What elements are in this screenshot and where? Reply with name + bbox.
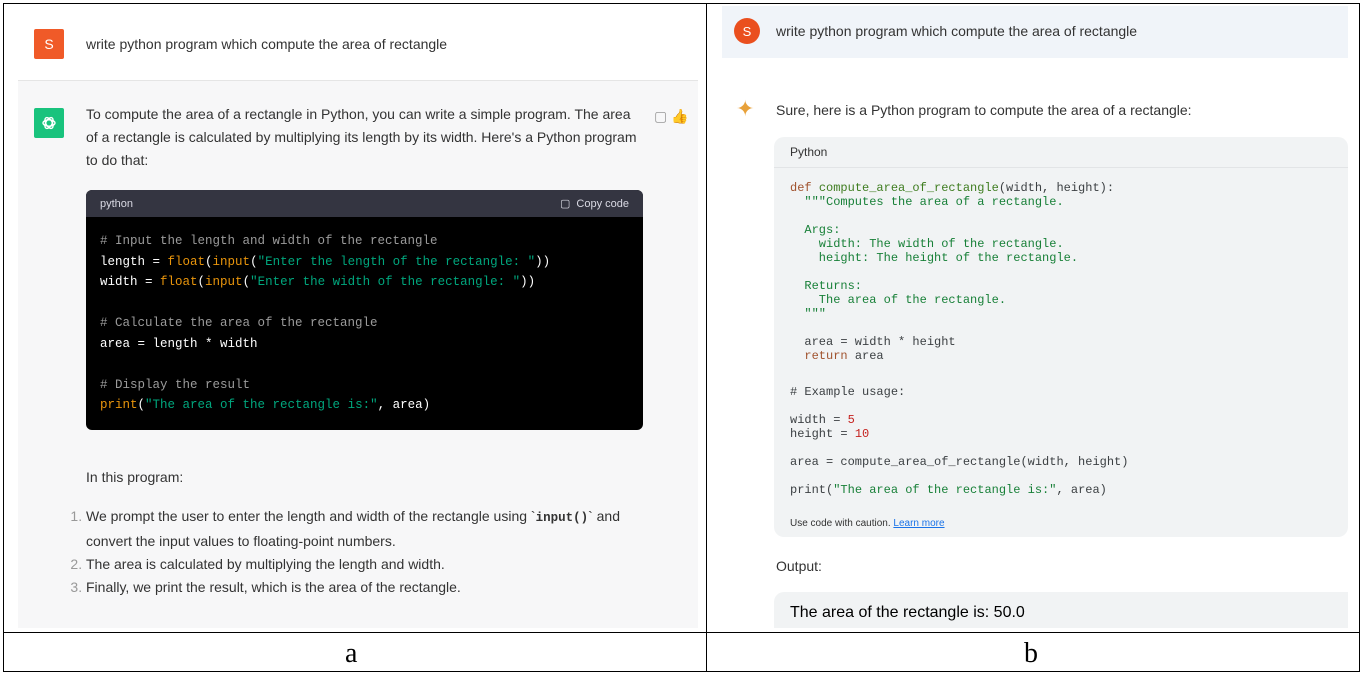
code-caution-note: Use code with caution. Learn more <box>790 518 945 529</box>
code-line: width: The width of the rectangle. <box>790 237 1064 251</box>
code-line: print("The area of the rectangle is:", a… <box>100 398 431 412</box>
code-line: Returns: <box>790 279 863 293</box>
code-content: # Input the length and width of the rect… <box>86 217 643 419</box>
code-line: width = 5 <box>790 413 855 427</box>
caption-b: b <box>1024 638 1038 669</box>
message-actions: ▢👍 <box>654 108 693 125</box>
code-line: area = width * height <box>790 335 956 349</box>
bard-panel: S write python program which compute the… <box>722 6 1348 628</box>
copy-code-button[interactable]: ▢ Copy code <box>560 197 629 210</box>
code-line: area = compute_area_of_rectangle(width, … <box>790 455 1129 469</box>
response-intro: To compute the area of a rectangle in Py… <box>86 106 637 168</box>
clipboard-icon: ▢ <box>560 198 571 210</box>
output-label: Output: <box>776 558 822 574</box>
code-line: """ <box>790 307 827 321</box>
response-intro: Sure, here is a Python program to comput… <box>776 102 1192 118</box>
copy-code-label: Copy code <box>576 198 629 210</box>
code-line: # Input the length and width of the rect… <box>100 234 438 248</box>
code-line: # Calculate the area of the rectangle <box>100 316 378 330</box>
code-line: Args: <box>790 223 841 237</box>
chatgpt-logo-icon <box>34 108 64 138</box>
explanation-list: We prompt the user to enter the length a… <box>68 505 656 599</box>
code-line: height: The height of the rectangle. <box>790 251 1079 265</box>
user-avatar: S <box>34 29 64 59</box>
caption-a: a <box>345 638 358 669</box>
code-block-header: python ▢ Copy code <box>86 190 643 217</box>
user-message-row: S write python program which compute the… <box>722 6 1348 58</box>
code-line: print("The area of the rectangle is:", a… <box>790 483 1107 497</box>
panel-divider <box>706 3 707 672</box>
list-item: We prompt the user to enter the length a… <box>86 505 656 553</box>
code-block: Python def compute_area_of_rectangle(wid… <box>774 137 1348 537</box>
code-line: height = 10 <box>790 427 870 441</box>
user-message-row: S write python program which compute the… <box>18 6 698 81</box>
code-language: Python <box>790 145 828 159</box>
list-item: The area is calculated by multiplying th… <box>86 553 656 576</box>
explanation-heading: In this program: <box>86 469 184 485</box>
code-block-header: Python <box>774 137 1348 168</box>
assistant-response: ✦ Sure, here is a Python program to comp… <box>722 58 1348 628</box>
code-line: def compute_area_of_rectangle(width, hei… <box>790 181 1115 195</box>
chatgpt-panel: S write python program which compute the… <box>18 6 698 628</box>
code-line: width = float(input("Enter the width of … <box>100 275 536 289</box>
assistant-response: To compute the area of a rectangle in Py… <box>18 81 698 628</box>
code-content: def compute_area_of_rectangle(width, hei… <box>774 168 1348 497</box>
openai-knot-icon <box>42 116 56 130</box>
user-avatar: S <box>734 18 760 44</box>
output-block: The area of the rectangle is: 50.0 <box>774 592 1348 628</box>
code-line: The area of the rectangle. <box>790 293 1007 307</box>
code-line: # Example usage: <box>790 385 906 399</box>
thumbs-up-icon[interactable]: 👍 <box>671 108 692 124</box>
user-prompt: write python program which compute the a… <box>776 23 1138 39</box>
copy-icon[interactable]: ▢ <box>654 108 671 124</box>
learn-more-link[interactable]: Learn more <box>893 518 944 529</box>
code-line: # Display the result <box>100 377 251 392</box>
code-line: return area <box>804 349 884 363</box>
code-language: python <box>100 198 134 210</box>
code-line: length = float(input("Enter the length o… <box>100 254 551 269</box>
list-item: Finally, we print the result, which is t… <box>86 576 656 599</box>
output-text: The area of the rectangle is: 50.0 <box>790 604 1025 621</box>
code-line: """Computes the area of a rectangle. <box>790 195 1064 209</box>
code-block: python ▢ Copy code # Input the length and… <box>86 190 643 430</box>
caption-divider <box>3 632 1360 633</box>
user-prompt: write python program which compute the a… <box>86 36 448 52</box>
code-line: area = length * width <box>100 336 258 351</box>
bard-sparkle-icon: ✦ <box>736 96 755 121</box>
